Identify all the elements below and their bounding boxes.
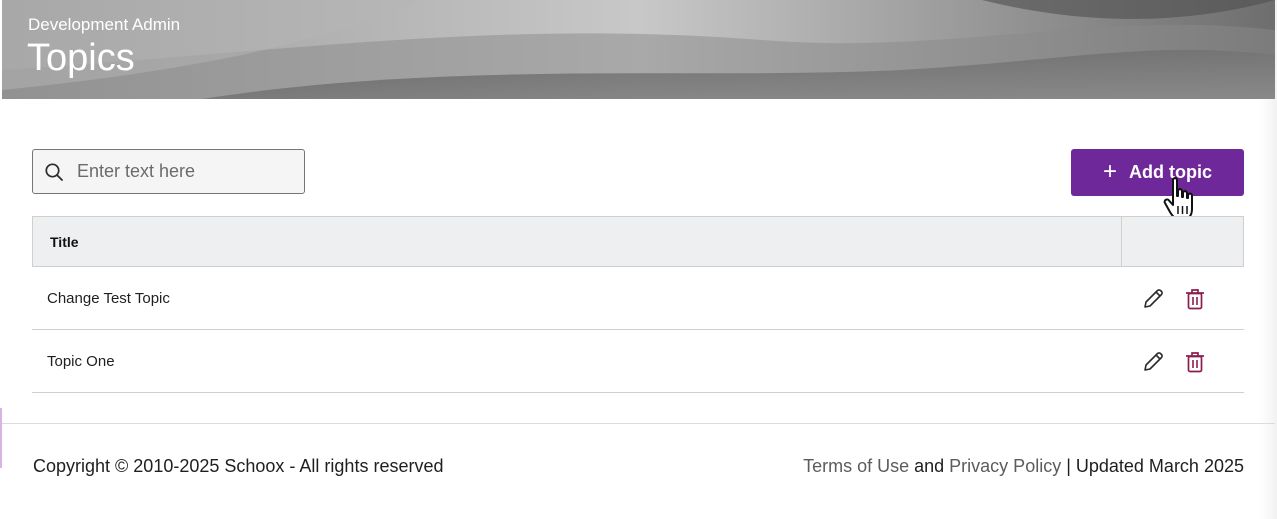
table-header: Title [32, 216, 1244, 267]
search-field[interactable] [32, 149, 305, 194]
delete-icon[interactable] [1185, 351, 1205, 373]
banner-background [2, 0, 1275, 99]
topic-title: Change Test Topic [47, 290, 170, 307]
topics-table: Title Change Test Topic Topic One [32, 216, 1244, 393]
column-divider [1121, 217, 1122, 266]
table-row: Topic One [32, 330, 1244, 393]
table-row: Change Test Topic [32, 267, 1244, 330]
column-header-title[interactable]: Title [50, 234, 79, 250]
page-subtitle: Development Admin [28, 15, 181, 34]
left-accent-bar [0, 408, 2, 468]
search-input[interactable] [77, 150, 297, 193]
header-banner: Development Admin Topics [2, 0, 1275, 99]
edit-icon[interactable] [1142, 288, 1164, 310]
terms-of-use-link[interactable]: Terms of Use [803, 456, 909, 476]
plus-icon: + [1102, 157, 1117, 185]
topic-title: Topic One [47, 353, 115, 370]
footer-and-text: and [909, 456, 950, 476]
edit-icon[interactable] [1142, 351, 1164, 373]
page-title: Topics [27, 37, 135, 79]
footer-links: Terms of Use and Privacy Policy | Update… [803, 456, 1244, 477]
add-topic-button[interactable]: + Add topic [1071, 149, 1244, 196]
footer-divider [2, 423, 1275, 424]
privacy-policy-link[interactable]: Privacy Policy [949, 456, 1061, 476]
updated-text: | Updated March 2025 [1061, 456, 1244, 476]
delete-icon[interactable] [1185, 288, 1205, 310]
search-icon [45, 163, 63, 181]
copyright-text: Copyright © 2010-2025 Schoox - All right… [33, 456, 444, 476]
